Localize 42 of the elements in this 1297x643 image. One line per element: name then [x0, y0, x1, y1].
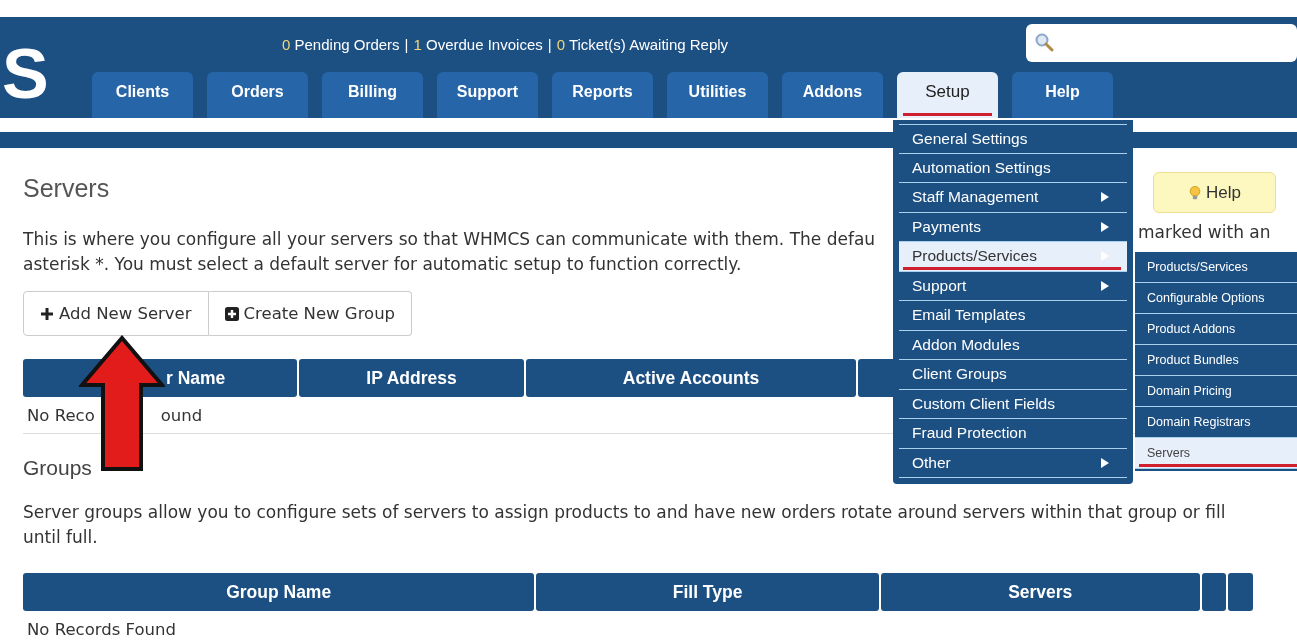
logo-letter: S: [2, 39, 50, 109]
column-header: Active Accounts: [526, 359, 856, 397]
separator: |: [404, 36, 409, 53]
nav-tab[interactable]: Billing: [322, 72, 423, 118]
column-header: [1201, 573, 1227, 611]
search-field[interactable]: [1026, 24, 1297, 62]
column-header: IP Address: [299, 359, 524, 397]
stat-link[interactable]: 0 Ticket(s) Awaiting Reply: [556, 36, 729, 53]
empty-message: ound: [160, 405, 203, 425]
nav-tab[interactable]: Setup: [897, 72, 998, 118]
intro-text: asterisk *. You must select a default server for automatic setup to function correctly.: [23, 253, 742, 276]
nav-tab[interactable]: Orders: [207, 72, 308, 118]
column-header: [1228, 573, 1253, 611]
empty-message: No Reco: [27, 405, 95, 425]
menu-item[interactable]: Servers: [1135, 438, 1297, 469]
intro-text: marked with an: [1138, 222, 1271, 242]
create-group-button[interactable]: Create New Group: [208, 291, 413, 336]
column-header: Fill Type: [536, 573, 879, 611]
menu-item[interactable]: General Settings: [899, 124, 1127, 154]
nav-tab[interactable]: Clients: [92, 72, 193, 118]
page-title: Servers: [23, 174, 110, 203]
menu-item[interactable]: Products/Services: [899, 242, 1127, 272]
stat-link[interactable]: 0 Pending Orders: [282, 36, 400, 53]
nav-tab[interactable]: Help: [1012, 72, 1113, 118]
search-icon: [1034, 32, 1054, 52]
stat-link[interactable]: 1 Overdue Invoices: [413, 36, 543, 53]
section-description: Server groups allow you to configure sets of servers to assign products to and have new orders rotate around servers within that group or fill until full.: [23, 501, 1227, 549]
separator: |: [547, 36, 552, 53]
intro-text: This is where you configure all your servers so that WHMCS can communicate with them. The defau: [23, 228, 876, 251]
empty-message: No Records Found: [26, 619, 176, 639]
column-header: Group Name: [23, 573, 535, 611]
section-title: Groups: [23, 456, 92, 480]
plus-icon: [40, 306, 54, 321]
lightbulb-icon: [1188, 185, 1202, 200]
column-header: Servers: [880, 573, 1200, 611]
help-button[interactable]: Help: [1153, 172, 1276, 213]
plus-square-icon: [224, 306, 239, 321]
add-server-button[interactable]: Add New Server: [23, 291, 209, 336]
nav-tab[interactable]: Addons: [782, 72, 883, 118]
nav-tab[interactable]: Utilities: [667, 72, 768, 118]
nav-tab[interactable]: Reports: [552, 72, 653, 118]
nav-tab[interactable]: Support: [437, 72, 538, 118]
